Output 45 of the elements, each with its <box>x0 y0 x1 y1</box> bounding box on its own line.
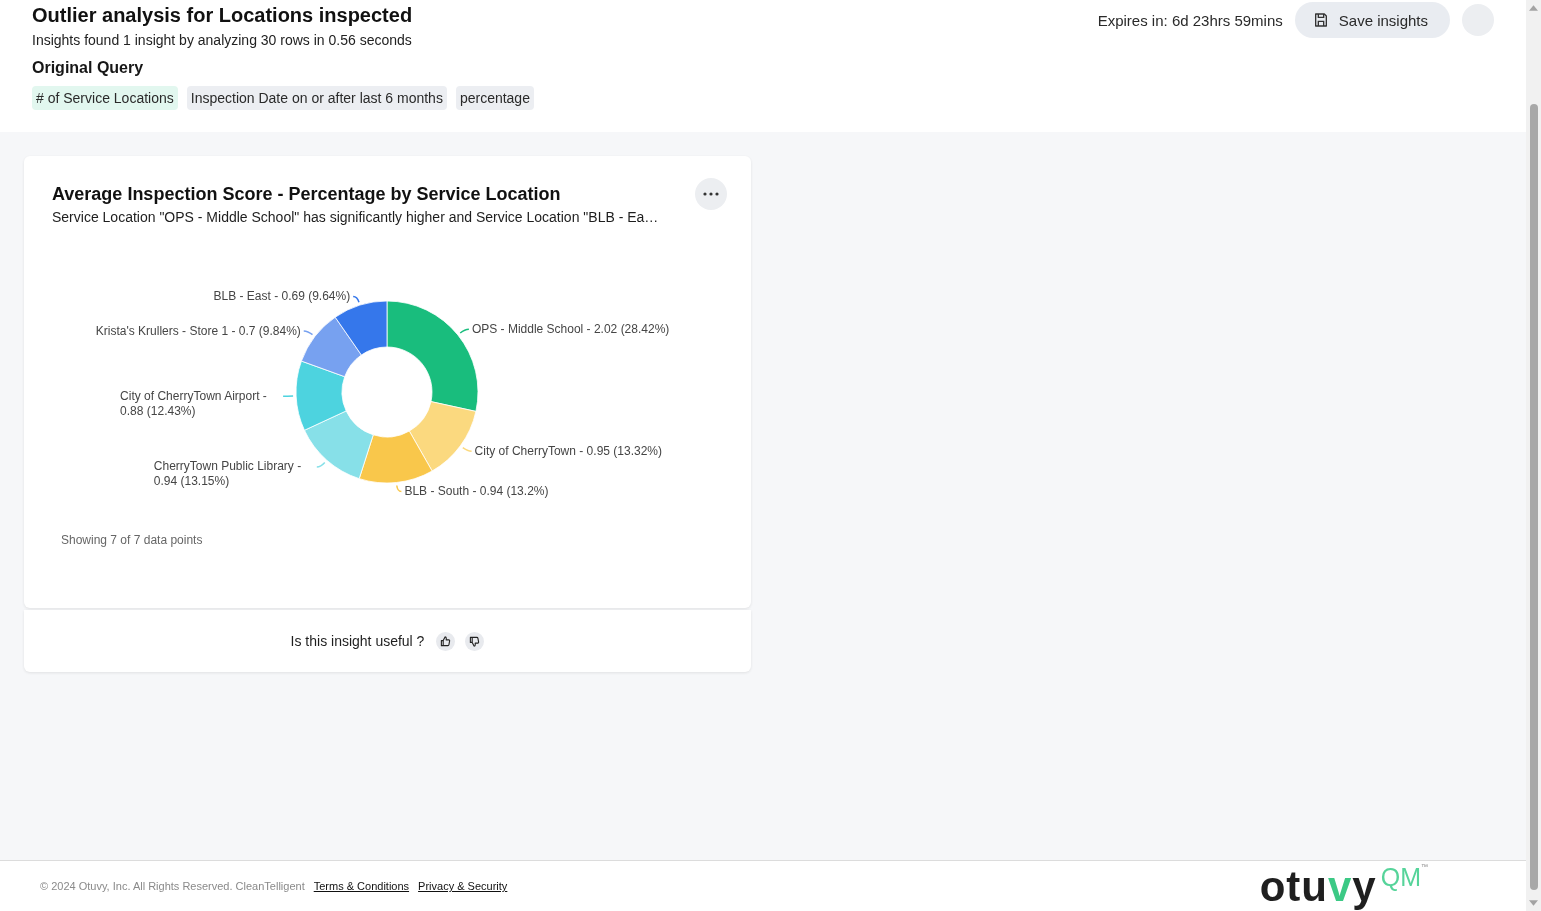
donut-slice <box>301 316 362 378</box>
thumbs-up-icon <box>440 635 452 647</box>
save-insights-button[interactable]: Save insights <box>1294 2 1450 38</box>
query-token: # of Service Locations <box>32 86 178 110</box>
leader-line <box>303 330 314 336</box>
donut-slice <box>304 410 374 480</box>
scroll-down-icon[interactable] <box>1529 900 1538 906</box>
insight-summary: Insights found 1 insight by analyzing 30 rows in 0.56 seconds <box>32 32 413 48</box>
thumbs-down-button[interactable] <box>465 631 485 651</box>
more-options-button[interactable] <box>695 178 727 210</box>
scrollbar-thumb[interactable] <box>1529 104 1538 890</box>
slice-label: OPS - Middle School - 2.02 (28.42%) <box>471 321 670 337</box>
data-points-note: Showing 7 of 7 data points <box>61 532 204 548</box>
logo-suffix: QM <box>1380 863 1421 891</box>
donut-slice <box>295 360 347 431</box>
slice-label: BLB - East - 0.69 (9.64%) <box>213 289 351 305</box>
thumbs-down-icon <box>469 635 481 647</box>
feedback-question: Is this insight useful ? <box>290 633 425 649</box>
scrollbar[interactable] <box>1526 0 1541 911</box>
chart-title: Average Inspection Score - Percentage by Service Location <box>52 183 562 206</box>
slice-label: CherryTown Public Library - 0.94 (13.15%) <box>153 459 303 490</box>
query-token: Inspection Date on or after last 6 months <box>186 86 447 110</box>
leader-line <box>396 484 403 493</box>
leader-line <box>459 328 470 334</box>
slice-label: BLB - South - 0.94 (13.2%) <box>404 484 549 499</box>
leader-line <box>462 446 473 452</box>
insight-description: Service Location "OPS - Middle School" has significantly higher and Service Location "BLB - Ea… <box>52 208 659 226</box>
leader-line <box>316 461 326 468</box>
page-title: Outlier analysis for Locations inspected <box>32 3 414 28</box>
copyright-text: © 2024 Otuvy, Inc. All Rights Reserved. CleanTelligent <box>40 880 305 892</box>
logo-wordmark: otuvy <box>1259 863 1377 911</box>
footer-link[interactable]: Terms & Conditions <box>313 880 410 892</box>
expiry-text: Expires in: 6d 23hrs 59mins <box>1097 11 1283 29</box>
query-heading: Original Query <box>32 58 145 78</box>
leader-line <box>282 395 294 398</box>
thumbs-up-button[interactable] <box>436 631 456 651</box>
slice-label: City of CherryTown - 0.95 (13.32%) <box>474 443 662 459</box>
query-token: percentage <box>455 86 534 110</box>
scroll-up-icon[interactable] <box>1529 5 1538 11</box>
more-icon <box>703 192 719 196</box>
slice-label: Krista's Krullers - Store 1 - 0.7 (9.84%) <box>95 323 301 339</box>
leader-line <box>352 295 360 304</box>
slice-label: City of CherryTown Airport - 0.88 (12.43%) <box>120 388 268 419</box>
save-icon <box>1312 12 1329 28</box>
footer-link[interactable]: Privacy & Security <box>418 880 508 892</box>
